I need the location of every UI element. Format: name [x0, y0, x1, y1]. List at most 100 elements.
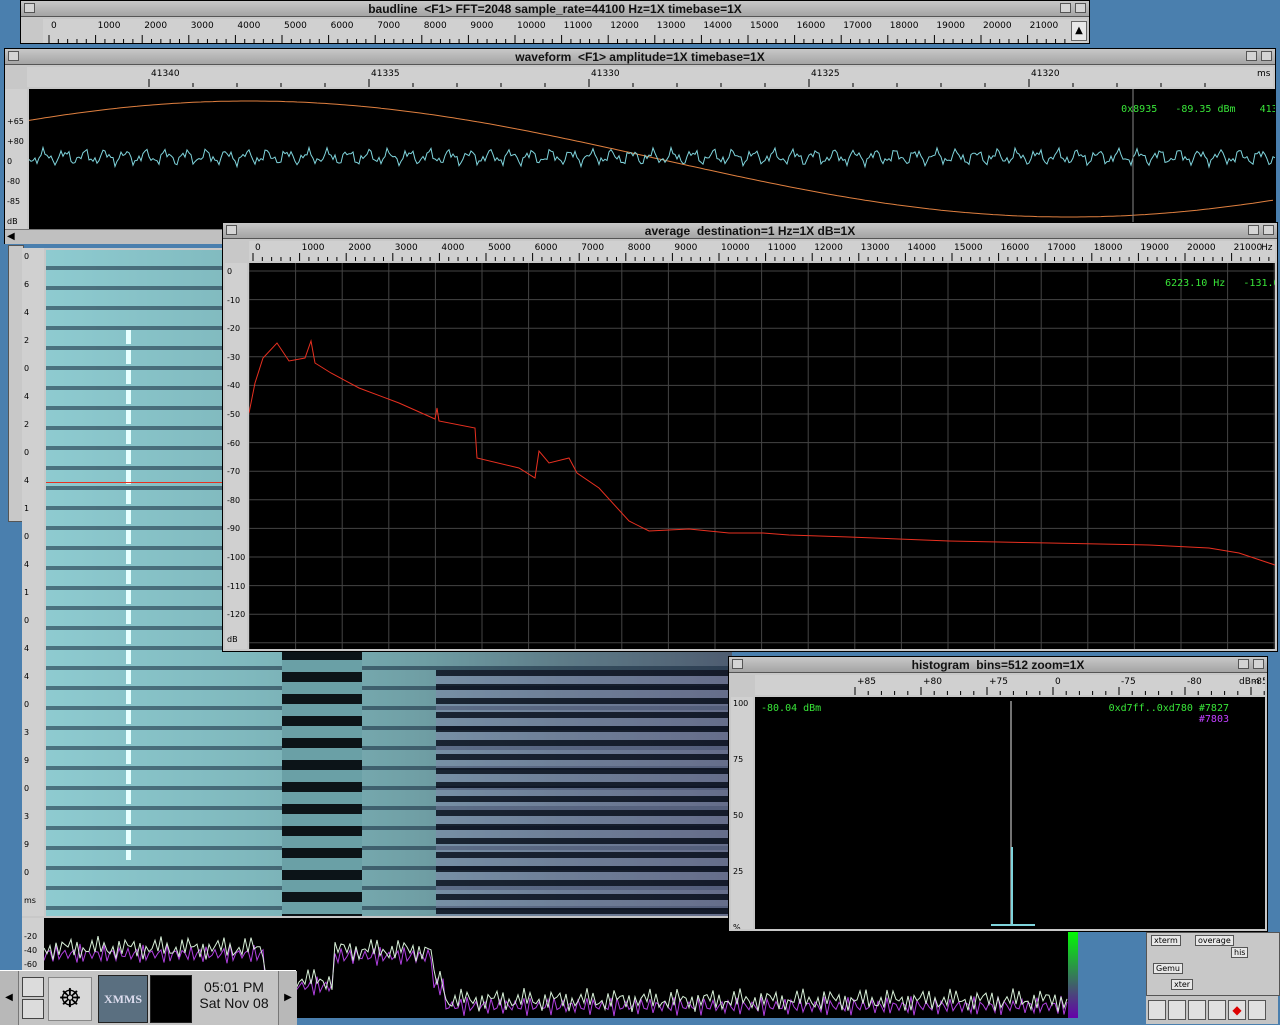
average-readout: 6223.10 Hz -131.08 dB — [1129, 267, 1275, 300]
average-titlebar[interactable]: average destination=1 Hz=1X dB=1X — [223, 223, 1277, 239]
monitor-icon[interactable] — [22, 977, 44, 997]
ruler-label: -40 — [227, 381, 241, 391]
calculator-icon[interactable] — [1208, 1000, 1226, 1020]
xmms-label: XMMS — [104, 992, 142, 1006]
window-list-icon[interactable] — [22, 999, 44, 1019]
disk-icon[interactable] — [1188, 1000, 1206, 1020]
ruler-label: 13000 — [860, 243, 890, 253]
ruler-label: 9 — [24, 756, 30, 765]
ruler-label: 14000 — [703, 21, 733, 31]
average-db-ruler[interactable]: 0 -10 -20 -30 -40 -50 -60 -70 -80 -90 -100 -110 -120… — [225, 263, 247, 649]
average-freq-ruler[interactable]: 0 1000 2000 3000 4000 5000 6000 7000 8000 9000 100… — [249, 241, 1275, 261]
ruler-label: 5000 — [284, 21, 307, 31]
histogram-title: histogram bins=512 zoom=1X — [911, 658, 1085, 672]
ruler-label: 0 — [51, 21, 57, 31]
pager-window-thumb[interactable]: overage — [1195, 935, 1234, 946]
fish-icon[interactable]: ◆ — [1228, 1000, 1246, 1020]
terminal-icon[interactable] — [1168, 1000, 1186, 1020]
average-y-unit: dB — [227, 635, 238, 644]
baudline-window[interactable]: baudline <F1> FFT=2048 sample_rate=44100… — [20, 0, 1090, 44]
ruler-label: 41340 — [151, 69, 180, 79]
ruler-label: 0 — [227, 267, 233, 276]
ruler-label: 25 — [733, 867, 744, 876]
ruler-label: +85 — [857, 677, 876, 687]
waveform-amp-ruler[interactable]: +65 +80 0 -80 -85 dB — [5, 89, 27, 229]
maximize-button[interactable] — [1075, 3, 1086, 13]
histogram-ruler[interactable]: +85 +80 +75 0 -75 -80 -85 dBm — [755, 675, 1265, 695]
network-icon[interactable] — [1148, 1000, 1166, 1020]
pager-window-thumb[interactable]: his — [1231, 947, 1249, 958]
ruler-label: -60 — [24, 960, 38, 969]
average-spectrum-display: 6223.10 Hz -131.08 dB — [249, 263, 1275, 649]
minimize-button[interactable] — [1246, 51, 1257, 61]
waveform-title: waveform <F1> amplitude=1X timebase=1X — [515, 50, 765, 64]
gnome-foot-icon[interactable]: ☸ — [48, 977, 92, 1021]
histogram-titlebar[interactable]: histogram bins=512 zoom=1X — [729, 657, 1267, 673]
maximize-button[interactable] — [1261, 51, 1272, 61]
ruler-label: -30 — [227, 352, 241, 362]
panel-hide-right-button[interactable]: ▶ — [278, 971, 297, 1025]
histogram-readout-right2: #7803 — [1198, 714, 1229, 725]
histogram-window[interactable]: histogram bins=512 zoom=1X +85 +80 +75 0 -75… — [728, 656, 1268, 932]
panel-hide-left-button[interactable]: ◀ — [0, 971, 19, 1025]
maximize-button[interactable] — [1253, 659, 1264, 669]
ruler-label: 20000 — [983, 21, 1012, 31]
ruler-label: 19000 — [1140, 243, 1170, 253]
ruler-label: % — [733, 923, 741, 929]
ruler-label: 4 — [24, 308, 30, 317]
ruler-label: -10 — [227, 295, 241, 305]
minimize-button[interactable] — [1248, 225, 1259, 235]
cursor-line — [46, 482, 246, 483]
ruler-label: 2000 — [144, 21, 168, 31]
minimize-button[interactable] — [1238, 659, 1249, 669]
ruler-label: 0 — [24, 364, 30, 373]
ruler-label: -80 — [227, 495, 241, 505]
ruler-label: 9000 — [470, 21, 494, 31]
ruler-label: 41335 — [371, 69, 400, 79]
clock-applet[interactable]: 05:01 PM Sat Nov 08 — [194, 979, 274, 1019]
desktop-pager[interactable]: xterm overage his Gemu xter — [1146, 932, 1280, 996]
ruler-label: -50 — [227, 410, 241, 419]
xmms-applet[interactable]: XMMS — [98, 975, 148, 1023]
waveform-time-ruler[interactable]: 41340 41335 41330 41325 41320 ms — [27, 67, 1273, 87]
waveform-window[interactable]: waveform <F1> amplitude=1X timebase=1X 4… — [4, 48, 1276, 244]
spectrogram-band — [282, 650, 362, 916]
ruler-label: 50 — [733, 811, 744, 820]
ruler-label: -75 — [1121, 677, 1136, 687]
ruler-label: 0 — [24, 616, 30, 625]
ruler-label: -100 — [227, 553, 246, 562]
average-window[interactable]: average destination=1 Hz=1X dB=1X 0 1000 2… — [222, 222, 1278, 652]
ruler-label: 8000 — [423, 21, 447, 31]
ruler-label: 5000 — [488, 243, 511, 253]
pager-window-thumb[interactable]: xter — [1171, 979, 1194, 990]
spectrogram-time-ruler[interactable]: 0 6 4 2 0 4 2 0 4 1 0 4 1 0 4 4 0 3 9 0 3 9 0 ms — [22, 248, 44, 916]
histogram-percent-ruler[interactable]: 100 75 50 25% — [731, 697, 753, 929]
baudline-title: baudline <F1> FFT=2048 sample_rate=44100… — [368, 2, 742, 16]
clock-date: Sat Nov 08 — [199, 995, 269, 1011]
scroll-up-arrow-icon[interactable]: ▲ — [1071, 21, 1087, 41]
ruler-label: 4000 — [441, 243, 465, 253]
scroll-left-arrow-icon[interactable]: ◀ — [7, 231, 23, 242]
ruler-label: 16000 — [1000, 243, 1030, 253]
ruler-label: +80 — [7, 137, 24, 146]
maximize-button[interactable] — [1263, 225, 1274, 235]
readout-hz: 6223.10 Hz — [1165, 278, 1226, 289]
panel-taskbar: ◀ ☸ XMMS 05:01 PM Sat Nov 08 ▶ — [0, 970, 297, 1025]
ruler-label: 4 — [24, 644, 30, 653]
baudline-freq-ruler[interactable]: 0 1000 2000 3000 4000 5000 6000 7000 8000 9000 100… — [43, 19, 1087, 43]
ruler-label: 4 — [24, 560, 30, 569]
pager-window-thumb[interactable]: xterm — [1151, 935, 1181, 946]
ruler-label: 15000 — [750, 21, 779, 31]
baudline-titlebar[interactable]: baudline <F1> FFT=2048 sample_rate=44100… — [21, 1, 1089, 17]
histogram-unit: dBm — [1239, 677, 1260, 687]
minimize-button[interactable] — [1060, 3, 1071, 13]
ruler-label: 8000 — [627, 243, 651, 253]
waveform-unit: ms — [1257, 69, 1271, 79]
ruler-label: 10000 — [721, 243, 750, 253]
waveform-titlebar[interactable]: waveform <F1> amplitude=1X timebase=1X — [5, 49, 1275, 65]
histogram-display: -80.04 dBm 0xd7ff..0xd780 #7827 #7803 — [755, 697, 1265, 929]
bottom-db-ruler[interactable]: -20 -40 -60 — [22, 918, 44, 970]
globe-icon[interactable] — [1248, 1000, 1266, 1020]
pager-window-thumb[interactable]: Gemu — [1153, 963, 1183, 974]
ruler-label: 0 — [1055, 677, 1061, 687]
